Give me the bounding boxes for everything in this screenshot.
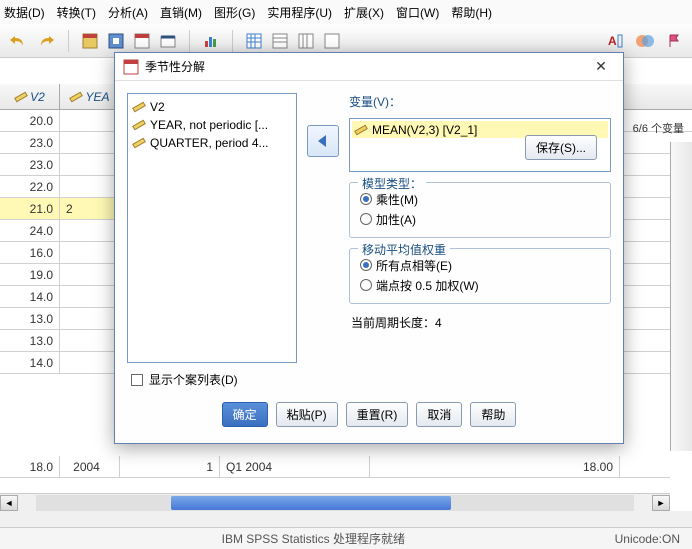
cell-year[interactable] [60,286,120,307]
toolbar-grid-icon-3[interactable] [295,30,317,52]
status-bar: IBM SPSS Statistics 处理程序就绪 Unicode:ON [0,527,692,549]
menu-graphs[interactable]: 图形(G) [214,4,255,21]
menu-extensions[interactable]: 扩展(X) [344,4,384,21]
list-item[interactable]: YEAR, not periodic [... [132,116,292,134]
toolbar-chart-icon[interactable] [200,30,222,52]
show-cases-checkbox[interactable] [131,374,143,386]
cell-year[interactable] [60,220,120,241]
cell-col4[interactable]: Q1 2004 [220,456,370,477]
cell-v2[interactable]: 18.0 [0,456,60,477]
list-item[interactable]: V2 [132,98,292,116]
cell-v2[interactable]: 14.0 [0,352,60,373]
toolbar-btn-1[interactable] [79,30,101,52]
toolbar-grid-icon-2[interactable] [269,30,291,52]
show-cases-label: 显示个案列表(D) [149,371,238,388]
scroll-right-icon[interactable]: ► [652,495,670,511]
cell-v2[interactable]: 19.0 [0,264,60,285]
toolbar-btn-2[interactable] [105,30,127,52]
cell-v2[interactable]: 23.0 [0,154,60,175]
cell-year[interactable] [60,132,120,153]
horizontal-scrollbar[interactable]: ◄ ► [0,493,670,511]
list-item[interactable]: QUARTER, period 4... [132,134,292,152]
cell-year[interactable]: 2 [60,198,120,219]
toolbar-grid-icon-1[interactable] [243,30,265,52]
menu-utilities[interactable]: 实用程序(U) [267,4,332,21]
column-header-year[interactable]: YEA [60,84,120,109]
source-variable-list[interactable]: V2 YEAR, not periodic [... QUARTER, peri… [127,93,297,363]
move-variable-button[interactable] [307,125,339,157]
cancel-button[interactable]: 取消 [416,402,462,427]
reset-button[interactable]: 重置(R) [346,402,409,427]
variable-label: 变量(V)： [349,93,611,110]
toolbar-venn-icon[interactable] [634,30,656,52]
cell-year[interactable] [60,110,120,131]
status-center: IBM SPSS Statistics 处理程序就绪 [222,530,405,547]
radio-endpoint-weight[interactable]: 端点按 0.5 加权(W) [360,275,600,295]
cell-col3[interactable]: 1 [120,456,220,477]
menu-help[interactable]: 帮助(H) [451,4,492,21]
cell-year[interactable] [60,242,120,263]
cell-col5[interactable]: 18.00 [370,456,620,477]
scroll-left-icon[interactable]: ◄ [0,495,18,511]
toolbar-grid-icon-4[interactable] [321,30,343,52]
moving-average-legend: 移动平均值权重 [358,241,450,258]
vertical-scrollbar[interactable] [670,142,692,451]
arrow-left-icon [314,132,332,150]
seasonal-decomposition-dialog: 季节性分解 ✕ V2 YEAR, not periodic [... QUART… [114,52,624,444]
variable-count-label: 6/6 个变量 [633,120,684,136]
cell-v2[interactable]: 14.0 [0,286,60,307]
ruler-icon [354,123,368,137]
toolbar-btn-4[interactable] [157,30,179,52]
close-icon[interactable]: ✕ [587,58,615,75]
moving-average-group: 移动平均值权重 所有点相等(E) 端点按 0.5 加权(W) [349,248,611,304]
toolbar-flag-icon[interactable] [664,30,686,52]
cell-year[interactable] [60,352,120,373]
cell-v2[interactable]: 21.0 [0,198,60,219]
undo-icon[interactable] [6,30,28,52]
radio-equal-weight[interactable]: 所有点相等(E) [360,255,600,275]
toolbar-btn-3[interactable] [131,30,153,52]
cell-year[interactable] [60,264,120,285]
period-length-label: 当前周期长度：4 [349,312,611,331]
model-type-group: 模型类型： 乘性(M) 加性(A) [349,182,611,238]
paste-button[interactable]: 粘贴(P) [276,402,338,427]
column-header-v2[interactable]: V2 [0,84,60,109]
cell-v2[interactable]: 22.0 [0,176,60,197]
cell-v2[interactable]: 13.0 [0,308,60,329]
save-button[interactable]: 保存(S)... [525,135,597,160]
cell-v2[interactable]: 24.0 [0,220,60,241]
menu-data[interactable]: 数据(D) [4,4,45,21]
cell-v2[interactable]: 23.0 [0,132,60,153]
toolbar-a-icon[interactable]: A [604,30,626,52]
cell-year[interactable]: 2004 [60,456,120,477]
cell-year[interactable] [60,176,120,197]
svg-text:A: A [608,34,617,48]
dialog-titlebar[interactable]: 季节性分解 ✕ [115,53,623,81]
menu-direct[interactable]: 直销(M) [160,4,202,21]
dialog-title-text: 季节性分解 [145,58,587,75]
radio-multiplicative[interactable]: 乘性(M) [360,189,600,209]
help-button[interactable]: 帮助 [470,402,516,427]
cell-year[interactable] [60,330,120,351]
main-menu-bar: 数据(D) 转换(T) 分析(A) 直销(M) 图形(G) 实用程序(U) 扩展… [0,0,692,24]
menu-analyze[interactable]: 分析(A) [108,4,148,21]
dialog-icon [123,59,139,75]
cell-year[interactable] [60,154,120,175]
cell-v2[interactable]: 20.0 [0,110,60,131]
cell-year[interactable] [60,308,120,329]
cell-v2[interactable]: 16.0 [0,242,60,263]
scroll-thumb[interactable] [171,496,451,510]
model-type-legend: 模型类型： [358,175,426,192]
status-unicode: Unicode:ON [615,532,680,546]
menu-transform[interactable]: 转换(T) [57,4,96,21]
redo-icon[interactable] [36,30,58,52]
radio-additive[interactable]: 加性(A) [360,209,600,229]
ok-button[interactable]: 确定 [222,402,268,427]
cell-v2[interactable]: 13.0 [0,330,60,351]
menu-window[interactable]: 窗口(W) [396,4,439,21]
